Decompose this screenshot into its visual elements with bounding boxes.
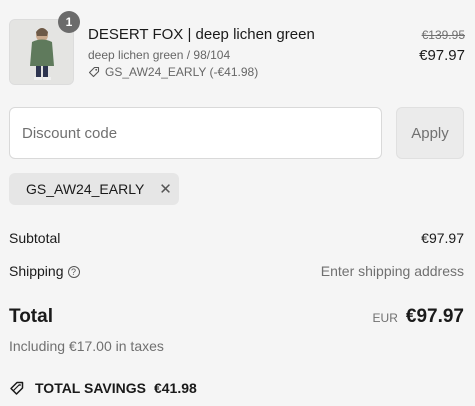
applied-discount-code: GS_AW24_EARLY xyxy=(26,181,145,197)
total-amount-group: EUR €97.97 xyxy=(373,306,464,328)
discounted-price: €97.97 xyxy=(419,47,465,64)
savings-label: TOTAL SAVINGS xyxy=(35,380,146,396)
line-discount-text: GS_AW24_EARLY (-€41.98) xyxy=(105,65,259,79)
line-discount: GS_AW24_EARLY (-€41.98) xyxy=(88,65,258,79)
subtotal-row: Subtotal €97.97 xyxy=(9,230,464,246)
subtotal-label: Subtotal xyxy=(9,230,61,246)
total-savings: TOTAL SAVINGS €41.98 xyxy=(9,380,197,396)
quantity-badge: 1 xyxy=(58,11,80,33)
product-title: DESERT FOX | deep lichen green xyxy=(88,26,315,43)
total-value: €97.97 xyxy=(405,306,464,327)
product-variant: deep lichen green / 98/104 xyxy=(88,48,231,62)
subtotal-value: €97.97 xyxy=(421,230,464,246)
apply-button[interactable]: Apply xyxy=(396,107,464,159)
shipping-row: Shipping? Enter shipping address xyxy=(9,263,464,279)
order-line-item: 1 DESERT FOX | deep lichen green deep li… xyxy=(9,11,465,86)
tag-icon xyxy=(88,66,100,78)
savings-tag-icon xyxy=(10,381,24,395)
help-circle-icon[interactable]: ? xyxy=(67,266,80,278)
close-icon[interactable]: ✕ xyxy=(159,180,172,198)
savings-value: €41.98 xyxy=(153,380,197,396)
taxes-note: Including €17.00 in taxes xyxy=(9,338,164,354)
total-label: Total xyxy=(9,306,53,327)
applied-discount-tag: GS_AW24_EARLY ✕ xyxy=(9,173,179,205)
discount-code-input[interactable] xyxy=(9,107,382,159)
shipping-label: Shipping xyxy=(9,263,64,279)
currency-code: EUR xyxy=(372,311,398,325)
shipping-value: Enter shipping address xyxy=(320,263,464,279)
original-price: €139.95 xyxy=(421,28,465,42)
